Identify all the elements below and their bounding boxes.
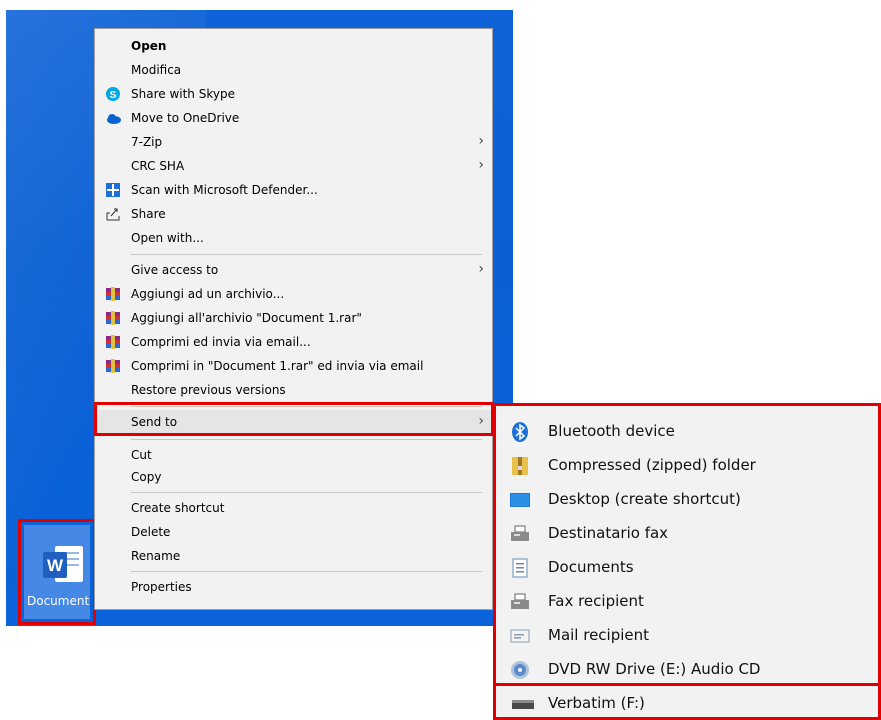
chevron-right-icon: › bbox=[478, 261, 484, 277]
skype-icon: S bbox=[105, 86, 121, 102]
submenu-item-label: Bluetooth device bbox=[548, 422, 675, 440]
submenu-item-label: Desktop (create shortcut) bbox=[548, 490, 741, 508]
menu-item-label: Give access to bbox=[131, 263, 219, 277]
submenu-item-desktop[interactable]: Desktop (create shortcut) bbox=[496, 482, 878, 516]
menu-item-copy[interactable]: Copy bbox=[95, 465, 492, 489]
menu-item-label: Create shortcut bbox=[131, 501, 225, 515]
winrar-icon bbox=[105, 286, 121, 302]
menu-item-create-shortcut[interactable]: Create shortcut bbox=[95, 496, 492, 520]
context-menu: Open Modifica S Share with Skype Move to… bbox=[94, 28, 493, 610]
menu-item-label: Comprimi in "Document 1.rar" ed invia vi… bbox=[131, 359, 424, 373]
desktop-file-document[interactable]: W Document bbox=[18, 519, 96, 625]
menu-item-compress-email[interactable]: Comprimi ed invia via email... bbox=[95, 330, 492, 354]
menu-item-label: Aggiungi all'archivio "Document 1.rar" bbox=[131, 311, 362, 325]
menu-item-label: Open bbox=[131, 39, 167, 53]
menu-item-label: Scan with Microsoft Defender... bbox=[131, 183, 318, 197]
menu-item-label: Comprimi ed invia via email... bbox=[131, 335, 311, 349]
submenu-item-label: Verbatim (F:) bbox=[548, 694, 645, 712]
menu-item-label: Copy bbox=[131, 470, 162, 484]
winrar-icon bbox=[105, 358, 121, 374]
menu-item-add-archive[interactable]: Aggiungi ad un archivio... bbox=[95, 282, 492, 306]
defender-shield-icon bbox=[105, 182, 121, 198]
fax-icon bbox=[510, 524, 530, 544]
menu-separator bbox=[131, 439, 482, 440]
menu-item-label: Properties bbox=[131, 580, 192, 594]
submenu-item-dvd-drive[interactable]: DVD RW Drive (E:) Audio CD bbox=[496, 652, 878, 686]
mail-icon bbox=[510, 626, 530, 646]
desktop-icon bbox=[510, 490, 530, 510]
menu-item-restore-versions[interactable]: Restore previous versions bbox=[95, 378, 492, 402]
send-to-submenu: Bluetooth device Compressed (zipped) fol… bbox=[493, 403, 881, 693]
menu-item-label: 7-Zip bbox=[131, 135, 163, 149]
desktop-file-label: Document bbox=[27, 594, 90, 608]
submenu-item-documents[interactable]: Documents bbox=[496, 550, 878, 584]
submenu-item-verbatim[interactable]: Verbatim (F:) bbox=[493, 683, 881, 720]
menu-item-onedrive[interactable]: Move to OneDrive bbox=[95, 106, 492, 130]
menu-item-give-access[interactable]: Give access to › bbox=[95, 258, 492, 282]
share-icon bbox=[105, 206, 121, 222]
menu-item-crc-sha[interactable]: CRC SHA › bbox=[95, 154, 492, 178]
submenu-item-label: Destinatario fax bbox=[548, 524, 669, 542]
menu-item-defender-scan[interactable]: Scan with Microsoft Defender... bbox=[95, 178, 492, 202]
menu-item-delete[interactable]: Delete bbox=[95, 520, 492, 544]
submenu-item-label: Mail recipient bbox=[548, 626, 650, 644]
submenu-item-label: Documents bbox=[548, 558, 634, 576]
chevron-right-icon: › bbox=[478, 157, 484, 173]
menu-item-compress-rar-email[interactable]: Comprimi in "Document 1.rar" ed invia vi… bbox=[95, 354, 492, 378]
menu-separator bbox=[131, 254, 482, 255]
menu-item-label: Restore previous versions bbox=[131, 383, 286, 397]
menu-item-label: Share bbox=[131, 207, 166, 221]
menu-separator bbox=[131, 492, 482, 493]
cd-icon bbox=[510, 660, 530, 680]
menu-separator bbox=[131, 571, 482, 572]
winrar-icon bbox=[105, 334, 121, 350]
menu-item-cut[interactable]: Cut bbox=[95, 443, 492, 467]
menu-item-label: Open with... bbox=[131, 231, 204, 245]
submenu-item-label: Compressed (zipped) folder bbox=[548, 456, 756, 474]
submenu-item-label: DVD RW Drive (E:) Audio CD bbox=[548, 660, 761, 678]
submenu-item-label: Fax recipient bbox=[548, 592, 644, 610]
menu-item-label: Share with Skype bbox=[131, 87, 235, 101]
usb-drive-icon bbox=[512, 698, 534, 710]
menu-item-label: Delete bbox=[131, 525, 171, 539]
menu-item-add-to-rar[interactable]: Aggiungi all'archivio "Document 1.rar" bbox=[95, 306, 492, 330]
submenu-item-bluetooth[interactable]: Bluetooth device bbox=[496, 414, 878, 448]
menu-item-label: Cut bbox=[131, 448, 152, 462]
menu-item-properties[interactable]: Properties bbox=[95, 575, 492, 599]
submenu-item-mail-recipient[interactable]: Mail recipient bbox=[496, 618, 878, 652]
menu-item-open[interactable]: Open bbox=[95, 34, 492, 58]
menu-item-label: CRC SHA bbox=[131, 159, 185, 173]
svg-text:W: W bbox=[47, 556, 64, 575]
menu-item-7zip[interactable]: 7-Zip › bbox=[95, 130, 492, 154]
menu-item-label: Modifica bbox=[131, 63, 182, 77]
svg-text:S: S bbox=[110, 90, 117, 101]
menu-item-label: Rename bbox=[131, 549, 181, 563]
menu-item-share[interactable]: Share bbox=[95, 202, 492, 226]
chevron-right-icon: › bbox=[478, 133, 484, 149]
menu-item-open-with[interactable]: Open with... bbox=[95, 226, 492, 250]
fax-icon bbox=[510, 592, 530, 612]
onedrive-icon bbox=[105, 110, 121, 126]
send-to-highlight bbox=[94, 402, 494, 436]
menu-item-share-skype[interactable]: S Share with Skype bbox=[95, 82, 492, 106]
zip-folder-icon bbox=[510, 456, 530, 476]
menu-item-modifica[interactable]: Modifica bbox=[95, 58, 492, 82]
bluetooth-icon bbox=[510, 422, 530, 442]
winrar-icon bbox=[105, 310, 121, 326]
documents-icon bbox=[510, 558, 530, 578]
menu-item-rename[interactable]: Rename bbox=[95, 544, 492, 568]
word-document-icon: W bbox=[43, 546, 83, 582]
submenu-item-fax-recipient[interactable]: Fax recipient bbox=[496, 584, 878, 618]
menu-item-label: Move to OneDrive bbox=[131, 111, 240, 125]
menu-item-label: Aggiungi ad un archivio... bbox=[131, 287, 285, 301]
submenu-item-destinatario-fax[interactable]: Destinatario fax bbox=[496, 516, 878, 550]
submenu-item-zip-folder[interactable]: Compressed (zipped) folder bbox=[496, 448, 878, 482]
